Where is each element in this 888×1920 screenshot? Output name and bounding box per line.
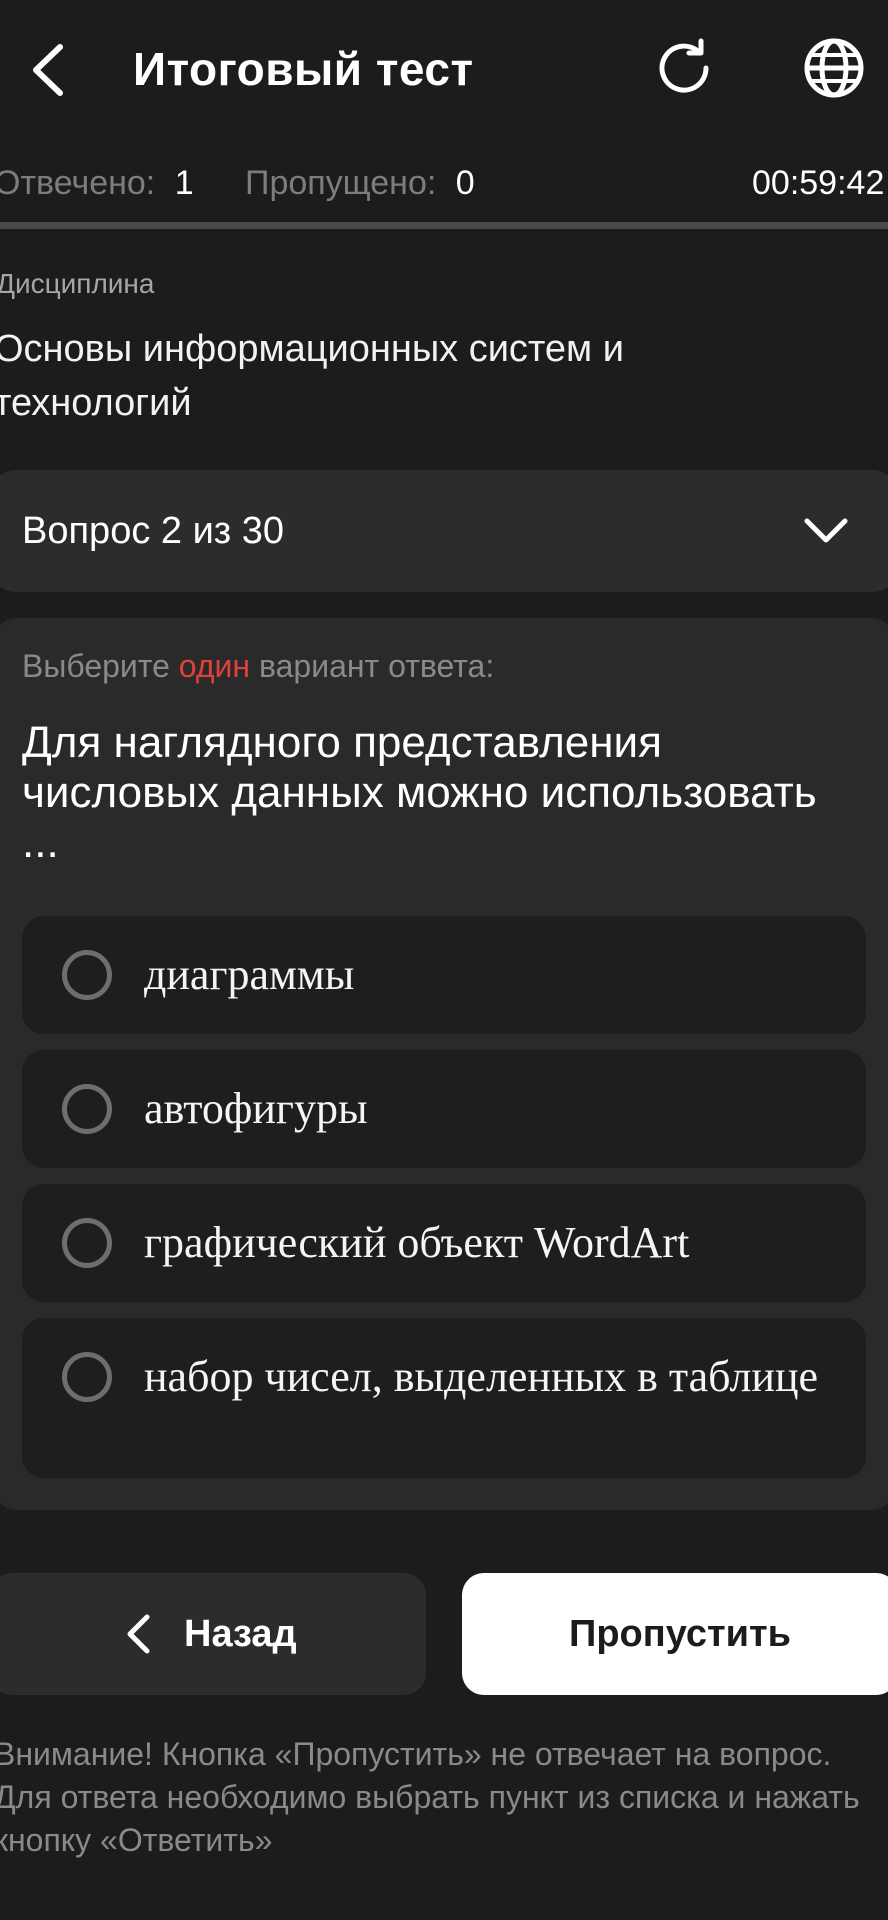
globe-icon[interactable]	[802, 36, 866, 100]
answer-instruction: Выберите один вариант ответа:	[22, 648, 494, 685]
skipped-value: 0	[455, 164, 475, 202]
page-title: Итоговый тест	[133, 43, 474, 95]
radio-button-icon[interactable]	[62, 950, 112, 1000]
skipped-label: Пропущено:	[245, 164, 437, 202]
timer: 00:59:42	[752, 164, 885, 202]
skipped-count: Пропущено: 0	[245, 158, 475, 208]
question-text: Для наглядного представления числовых да…	[22, 718, 817, 867]
back-button-label: Назад	[184, 1613, 297, 1655]
radio-button-icon[interactable]	[62, 1084, 112, 1134]
test-stats: Отвечено: 1 Пропущено: 0 00:59:42	[0, 158, 888, 208]
back-button[interactable]: Назад	[0, 1573, 426, 1695]
answer-option-label: набор чисел, выделенных в таблице	[144, 1352, 819, 1401]
answer-option[interactable]: автофигуры	[22, 1050, 866, 1168]
discipline-label: Дисциплина	[0, 268, 155, 299]
instruction-prefix: Выберите	[22, 648, 179, 684]
discipline-name: Основы информационных систем и технологи…	[0, 328, 624, 424]
skip-notice: Внимание! Кнопка «Пропустить» не отвечае…	[0, 1736, 860, 1858]
answer-option[interactable]: графический объект WordArt	[22, 1184, 866, 1302]
answered-label: Отвечено:	[0, 164, 156, 202]
answered-value: 1	[174, 164, 194, 202]
progress-bar	[0, 222, 888, 229]
app-header: Итоговый тест	[0, 0, 888, 140]
answer-option[interactable]: диаграммы	[22, 916, 866, 1034]
answer-option-label: диаграммы	[144, 950, 355, 999]
back-arrow-icon[interactable]	[26, 42, 70, 98]
question-selector-label: Вопрос 2 из 30	[22, 510, 285, 552]
answer-option-label: графический объект WordArt	[144, 1218, 690, 1267]
answered-count: Отвечено: 1	[0, 158, 194, 208]
refresh-icon[interactable]	[652, 36, 716, 100]
radio-button-icon[interactable]	[62, 1352, 112, 1402]
answer-option-label: автофигуры	[144, 1084, 368, 1133]
question-selector-dropdown[interactable]: Вопрос 2 из 30	[0, 470, 888, 592]
chevron-left-icon	[118, 1611, 158, 1657]
question-card: Выберите один вариант ответа: Для нагляд…	[0, 618, 888, 1510]
chevron-down-icon	[802, 510, 850, 552]
skip-button-label: Пропустить	[569, 1613, 791, 1655]
radio-button-icon[interactable]	[62, 1218, 112, 1268]
skip-button[interactable]: Пропустить	[462, 1573, 888, 1695]
instruction-accent: один	[178, 648, 251, 684]
answer-option[interactable]: набор чисел, выделенных в таблице	[22, 1318, 866, 1478]
instruction-suffix: вариант ответа:	[250, 648, 495, 684]
